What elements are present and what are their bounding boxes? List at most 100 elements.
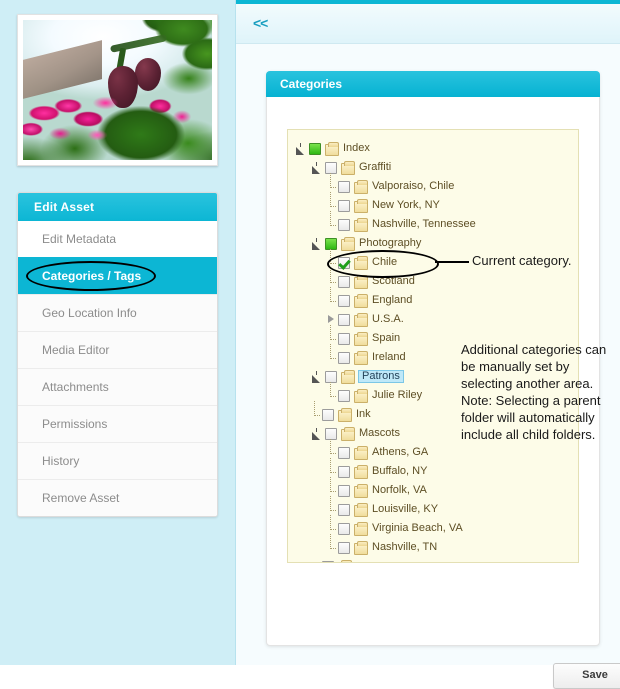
- chevron-collapsed-icon[interactable]: [310, 561, 321, 562]
- tree-node-label: Graffiti: [359, 161, 392, 173]
- checkbox-unchecked[interactable]: [338, 313, 350, 326]
- sidebar-item-label: Remove Asset: [42, 491, 120, 505]
- tree-node-label: users: [356, 561, 383, 563]
- tree-elbow-connector: [326, 325, 337, 344]
- tree-node[interactable]: New York, NY: [288, 192, 578, 215]
- tree-node[interactable]: users: [288, 557, 578, 563]
- sidebar-item-edit-metadata[interactable]: Edit Metadata: [18, 221, 217, 257]
- tree-elbow-connector: [326, 496, 337, 515]
- tree-node[interactable]: Nashville, TN: [288, 534, 578, 557]
- checkbox-unchecked[interactable]: [338, 389, 350, 402]
- tree-node[interactable]: Virginia Beach, VA: [288, 515, 578, 538]
- sidebar-item-geo-location-info[interactable]: Geo Location Info: [18, 294, 217, 331]
- chevron-expanded-icon[interactable]: [310, 237, 323, 250]
- tree-elbow-connector: [326, 173, 337, 192]
- tree-node[interactable]: Nashville, Tennessee: [288, 211, 578, 234]
- save-button[interactable]: Save: [553, 663, 620, 689]
- photo-flowers-left: [23, 84, 148, 158]
- tree-node-label: Mascots: [359, 427, 400, 439]
- checkbox-partial[interactable]: [325, 237, 337, 250]
- tree-node-label: Nashville, Tennessee: [372, 218, 476, 230]
- checkbox-unchecked[interactable]: [338, 484, 350, 497]
- tree-elbow-connector: [310, 401, 321, 420]
- sidebar-item-attachments[interactable]: Attachments: [18, 368, 217, 405]
- folder-icon: [341, 236, 355, 251]
- folder-icon: [354, 274, 368, 289]
- folder-icon: [354, 293, 368, 308]
- tree-node[interactable]: England: [288, 287, 578, 310]
- chevron-expanded-icon[interactable]: [310, 370, 323, 383]
- folder-icon: [354, 502, 368, 517]
- tree-node[interactable]: Norfolk, VA: [288, 477, 578, 500]
- checkbox-unchecked[interactable]: [338, 294, 350, 307]
- tree-node[interactable]: Index: [288, 139, 578, 158]
- checkbox-unchecked[interactable]: [338, 503, 350, 516]
- chevron-collapsed-icon[interactable]: [326, 314, 337, 325]
- checkbox-unchecked[interactable]: [338, 465, 350, 478]
- tree-node-label: Virginia Beach, VA: [372, 522, 463, 534]
- tree-root-expander-icon[interactable]: [294, 142, 307, 155]
- sidebar-item-media-editor[interactable]: Media Editor: [18, 331, 217, 368]
- tree-elbow-connector: [326, 458, 337, 477]
- folder-icon: [354, 388, 368, 403]
- collapse-panel-icon[interactable]: <<: [253, 15, 268, 31]
- checkbox-unchecked[interactable]: [325, 161, 337, 174]
- checkbox-unchecked[interactable]: [325, 370, 337, 383]
- checkbox-checked[interactable]: [338, 256, 350, 269]
- tree-node-label: U.S.A.: [372, 313, 404, 325]
- checkbox-unchecked[interactable]: [338, 180, 350, 193]
- folder-icon: [341, 426, 355, 441]
- tree-node[interactable]: U.S.A.: [288, 310, 578, 329]
- sidebar-item-categories-tags[interactable]: Categories / Tags: [18, 257, 217, 294]
- checkbox-unchecked[interactable]: [338, 446, 350, 459]
- tree-node-label: Index: [343, 142, 370, 154]
- left-sidebar: Edit Asset Edit Metadata Categories / Tag…: [0, 0, 236, 665]
- sidebar-item-permissions[interactable]: Permissions: [18, 405, 217, 442]
- tree-node-label: Ink: [356, 408, 371, 420]
- tree-elbow-connector: [326, 515, 337, 534]
- checkbox-unchecked[interactable]: [322, 560, 334, 562]
- tree-node-label: Valporaiso, Chile: [372, 180, 455, 192]
- checkbox-unchecked[interactable]: [322, 408, 334, 421]
- tree-node[interactable]: Louisville, KY: [288, 496, 578, 519]
- tree-node[interactable]: Buffalo, NY: [288, 458, 578, 481]
- tree-elbow-connector: [326, 439, 337, 458]
- chevron-expanded-icon[interactable]: [310, 161, 323, 174]
- sidebar-item-label: Geo Location Info: [42, 306, 137, 320]
- sidebar-item-remove-asset[interactable]: Remove Asset: [18, 479, 217, 516]
- folder-icon: [354, 331, 368, 346]
- checkbox-unchecked[interactable]: [338, 351, 350, 364]
- checkbox-unchecked[interactable]: [338, 199, 350, 212]
- sidebar-item-history[interactable]: History: [18, 442, 217, 479]
- checkbox-unchecked[interactable]: [325, 427, 337, 440]
- checkbox-unchecked[interactable]: [338, 332, 350, 345]
- checkbox-unchecked[interactable]: [338, 218, 350, 231]
- checkbox-unchecked[interactable]: [338, 541, 350, 554]
- checkbox-unchecked[interactable]: [338, 275, 350, 288]
- folder-icon: [354, 255, 368, 270]
- sidebar-item-label: History: [42, 454, 80, 468]
- folder-icon: [354, 521, 368, 536]
- edit-asset-menu-header: Edit Asset: [18, 193, 217, 221]
- tree-node[interactable]: Scotland: [288, 268, 578, 291]
- asset-thumbnail-frame[interactable]: [17, 14, 218, 166]
- sidebar-item-label: Attachments: [42, 380, 109, 394]
- edit-asset-menu-items: Edit Metadata Categories / Tags Geo Locati…: [18, 221, 217, 516]
- annotation-current-category-label: Current category.: [472, 253, 572, 268]
- tree-elbow-connector: [326, 534, 337, 553]
- folder-icon: [338, 407, 352, 422]
- tree-node[interactable]: Valporaiso, Chile: [288, 173, 578, 196]
- sidebar-item-label: Permissions: [42, 417, 108, 431]
- tree-node[interactable]: Photography: [288, 234, 578, 253]
- tree-elbow-connector: [326, 268, 337, 287]
- tree-node[interactable]: Graffiti: [288, 158, 578, 177]
- tree-elbow-connector: [326, 382, 337, 401]
- checkbox-unchecked[interactable]: [338, 522, 350, 535]
- folder-icon: [338, 559, 352, 562]
- folder-icon: [354, 198, 368, 213]
- tree-node[interactable]: Athens, GA: [288, 439, 578, 462]
- checkbox-partial[interactable]: [309, 142, 321, 155]
- chevron-expanded-icon[interactable]: [310, 427, 323, 440]
- bougainvillea-photo: [23, 20, 212, 160]
- tree-node-label: Patrons: [358, 370, 404, 383]
